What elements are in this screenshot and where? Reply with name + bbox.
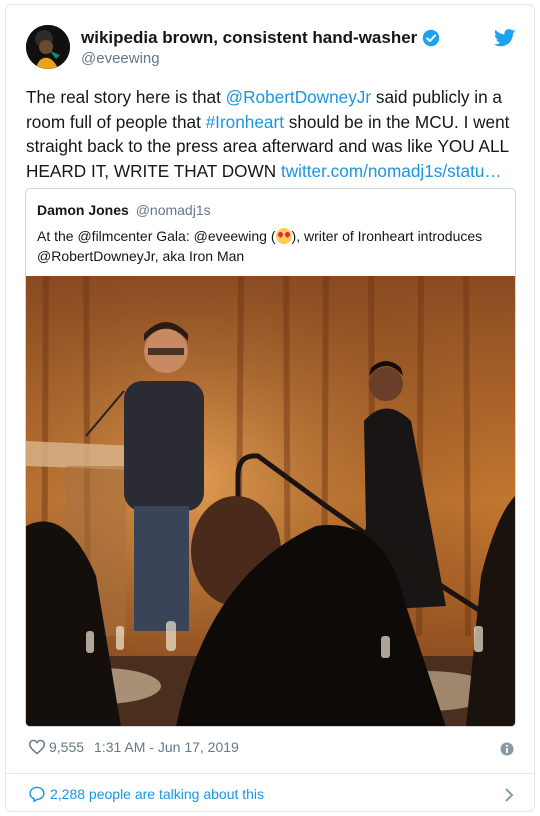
quoted-author-handle[interactable]: @nomadj1s (136, 202, 211, 218)
author-handle[interactable]: @eveewing (81, 50, 160, 67)
quoted-author-name[interactable]: Damon Jones (37, 202, 129, 218)
chevron-right-icon[interactable] (504, 788, 514, 802)
footer-divider (6, 773, 534, 774)
twitter-bird-icon[interactable] (494, 29, 516, 47)
like-count[interactable]: 9,555 (49, 739, 84, 755)
quoted-tweet-text: At the @filmcenter Gala: @eveewing (), w… (37, 228, 483, 264)
tweet-text: The real story here is that @RobertDowne… (26, 87, 510, 181)
gala-photo[interactable] (26, 276, 515, 727)
author-avatar[interactable] (26, 25, 70, 69)
verified-badge-icon (423, 29, 440, 47)
author-name[interactable]: wikipedia brown, consistent hand-washer (81, 28, 417, 48)
status-link[interactable]: twitter.com/nomadj1s/statu… (281, 161, 502, 181)
like-heart-icon[interactable] (28, 739, 46, 755)
tweet-timestamp[interactable]: 1:31 AM - Jun 17, 2019 (94, 739, 239, 755)
info-icon[interactable] (500, 742, 514, 756)
tweet-card: wikipedia brown, consistent hand-washer … (5, 4, 535, 812)
talking-count: 2,288 people are talking about this (50, 786, 265, 802)
reply-bubble-icon (29, 786, 45, 802)
hashtag-link[interactable]: #Ironheart (206, 112, 284, 132)
quoted-tweet[interactable]: Damon Jones @nomadj1s At the @filmcenter… (25, 188, 516, 727)
mention-link[interactable]: @RobertDowneyJr (226, 87, 371, 107)
conversation-link[interactable]: 2,288 people are talking about this (28, 786, 264, 802)
heart-eyes-emoji-icon (275, 228, 292, 244)
